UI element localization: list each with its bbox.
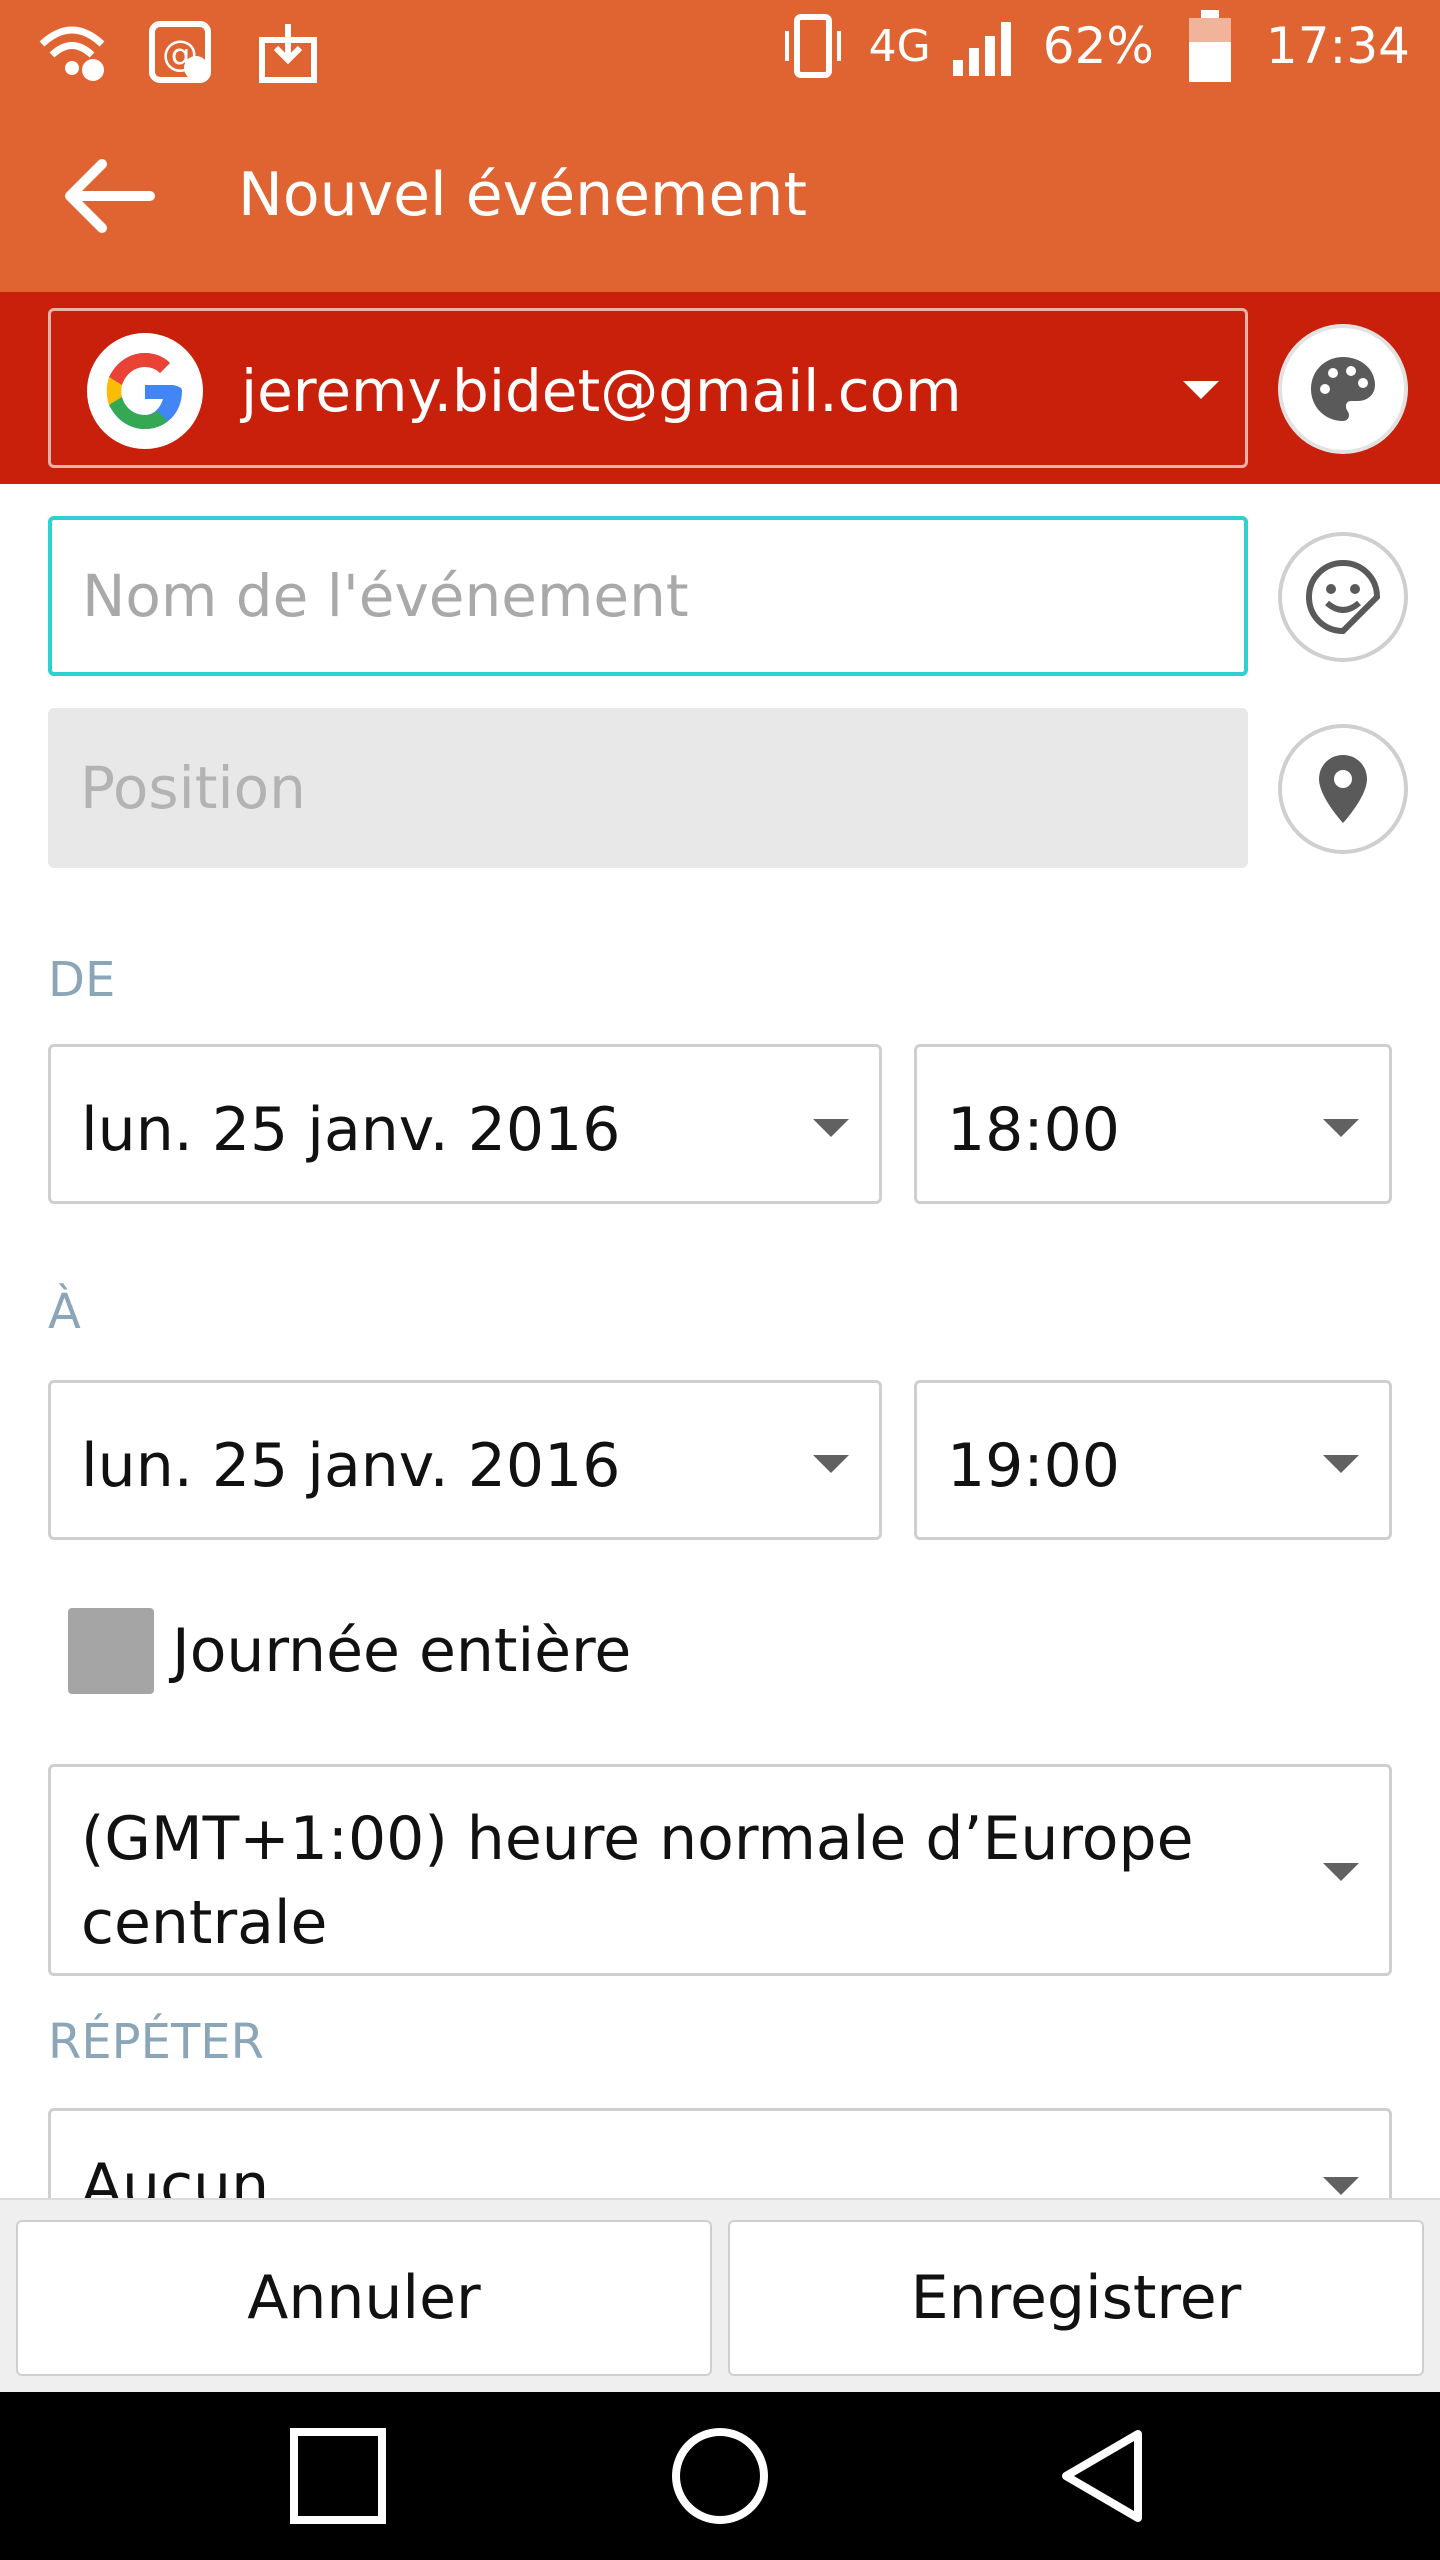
- signal-icon: [951, 10, 1023, 82]
- end-date-select[interactable]: lun. 25 janv. 2016: [48, 1380, 882, 1540]
- event-name-input[interactable]: [48, 516, 1248, 676]
- start-date-select[interactable]: lun. 25 janv. 2016: [48, 1044, 882, 1204]
- vibrate-icon: [777, 10, 849, 82]
- map-pin-icon: [1319, 755, 1367, 823]
- recents-button[interactable]: [288, 2426, 388, 2526]
- wifi-notification-icon: [36, 16, 108, 88]
- cancel-button[interactable]: Annuler: [16, 2220, 712, 2376]
- status-bar-system: 4G 62% 17:34: [777, 10, 1410, 82]
- email-alert-icon: @: [144, 16, 216, 88]
- network-type: 4G: [868, 20, 931, 72]
- all-day-checkbox[interactable]: [68, 1608, 154, 1694]
- google-logo-icon: [87, 333, 203, 449]
- location-button[interactable]: [1278, 724, 1408, 854]
- account-selector[interactable]: jeremy.bidet@gmail.com: [48, 308, 1248, 468]
- action-bar: Annuler Enregistrer: [0, 2198, 1440, 2392]
- navigation-bar: [0, 2392, 1440, 2560]
- download-box-icon: [252, 16, 324, 88]
- account-email: jeremy.bidet@gmail.com: [241, 357, 962, 425]
- save-button[interactable]: Enregistrer: [728, 2220, 1424, 2376]
- battery-percent: 62%: [1042, 17, 1154, 75]
- arrow-left-icon: [65, 159, 155, 233]
- smiley-icon: [1305, 559, 1381, 635]
- triangle-back-icon: [1062, 2430, 1142, 2522]
- chevron-down-icon: [813, 1455, 849, 1473]
- chevron-down-icon: [1183, 381, 1219, 399]
- start-time-value: 18:00: [947, 1095, 1120, 1165]
- end-time-select[interactable]: 19:00: [914, 1380, 1392, 1540]
- repeat-label: RÉPÉTER: [48, 2014, 264, 2070]
- start-date-value: lun. 25 janv. 2016: [81, 1095, 621, 1165]
- clock: 17:34: [1265, 17, 1410, 75]
- app-bar: Nouvel événement: [0, 100, 1440, 292]
- chevron-down-icon: [1323, 1863, 1359, 1881]
- home-button[interactable]: [670, 2426, 770, 2526]
- chevron-down-icon: [1323, 1455, 1359, 1473]
- emoji-button[interactable]: [1278, 532, 1408, 662]
- nav-back-button[interactable]: [1052, 2426, 1152, 2526]
- timezone-value: (GMT+1:00) heure normale d’Europe centra…: [81, 1804, 1194, 1958]
- to-label: À: [48, 1284, 81, 1340]
- start-time-select[interactable]: 18:00: [914, 1044, 1392, 1204]
- palette-icon: [1311, 357, 1375, 421]
- end-date-value: lun. 25 janv. 2016: [81, 1431, 621, 1501]
- status-bar-notifications: @: [36, 16, 324, 88]
- position-input[interactable]: [48, 708, 1248, 868]
- from-label: DE: [48, 952, 116, 1008]
- battery-icon: [1174, 10, 1246, 82]
- timezone-select[interactable]: (GMT+1:00) heure normale d’Europe centra…: [48, 1764, 1392, 1976]
- back-button[interactable]: [58, 154, 158, 238]
- square-icon: [290, 2428, 386, 2524]
- all-day-label: Journée entière: [172, 1616, 632, 1686]
- account-strip: jeremy.bidet@gmail.com: [0, 292, 1440, 484]
- end-time-value: 19:00: [947, 1431, 1120, 1501]
- chevron-down-icon: [1323, 2177, 1359, 2195]
- chevron-down-icon: [813, 1119, 849, 1137]
- circle-icon: [672, 2428, 768, 2524]
- color-picker-button[interactable]: [1278, 324, 1408, 454]
- chevron-down-icon: [1323, 1119, 1359, 1137]
- page-title: Nouvel événement: [238, 160, 807, 230]
- status-bar: @ 4G 62% 17:34: [0, 0, 1440, 100]
